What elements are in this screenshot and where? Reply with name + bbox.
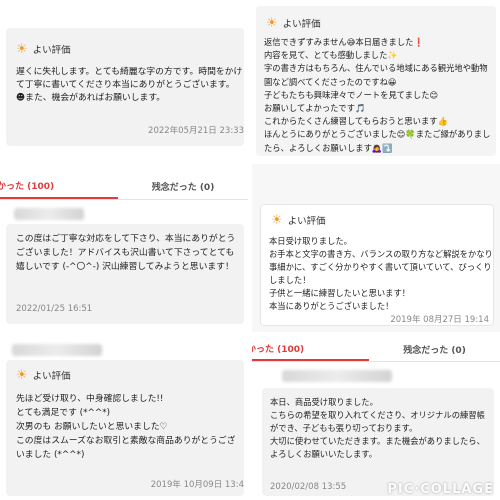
tab-bar: 良かった (100) 残念だった (0) — [252, 338, 500, 362]
review-card-6: 本日、商品受け取りました。 こちらの希望を取り入れてくださり、オリジナルの練習帳… — [262, 388, 494, 496]
review-date: 2020/02/08 13:55 — [270, 482, 347, 492]
review-card-5: ☀ よい評価 先ほど受け取り、中身確認しました!! とても満足です (*^^*)… — [6, 360, 244, 496]
review-tile-1: ☀ よい評価 遅くに失礼します。とても綺麗な字の方です。時間をかけて丁寧に書いて… — [0, 0, 248, 160]
review-card-4: ☀ よい評価 本日受け取りました。 お手本と文字の書き方、バランスの取り方など解… — [260, 204, 494, 326]
review-text: 遅くに失礼します。とても綺麗な字の方です。時間をかけて丁寧に書いてくださり本当に… — [16, 67, 243, 104]
tab-bad[interactable]: 残念だった (0) — [118, 174, 248, 199]
sun-icon: ☀ — [16, 367, 28, 383]
sun-icon: ☀ — [271, 212, 283, 228]
review-label: よい評価 — [287, 216, 326, 227]
review-date: 2022年05月21日 23:33 — [148, 126, 244, 136]
review-header: ☀ よい評価 — [16, 367, 71, 383]
review-date: 2019年 08月27日 19:14 — [390, 315, 489, 325]
sun-icon: ☀ — [266, 15, 278, 31]
tab-bar: よかった (100) 残念だった (0) — [0, 174, 248, 200]
tab-bad[interactable]: 残念だった (0) — [369, 338, 500, 361]
sun-icon: ☀ — [16, 41, 28, 57]
review-card-3: この度はご丁寧な対応をして下さり、本当にありがとうございました！アドバイスも沢山… — [6, 224, 244, 324]
blurred-username — [282, 370, 392, 382]
review-card-2: ☀ よい評価 返信できずすみません😅本日届きました❗️ 内容を見て、とても感動し… — [256, 6, 496, 156]
review-header: ☀ よい評価 — [16, 41, 71, 57]
watermark: PIC·COLLAGE — [387, 482, 494, 497]
review-text: 本日受け取りました。 お手本と文字の書き方、バランスの取り方など解説をかなり事細… — [269, 236, 493, 311]
review-date: 2019年 10月09日 13:4 — [150, 480, 244, 490]
tab-good[interactable]: 良かった (100) — [252, 338, 369, 361]
blurred-username — [14, 208, 84, 220]
review-tile-5: ☀ よい評価 先ほど受け取り、中身確認しました!! とても満足です (*^^*)… — [0, 336, 248, 500]
review-tile-2: ☀ よい評価 返信できずすみません😅本日届きました❗️ 内容を見て、とても感動し… — [252, 0, 500, 160]
review-label: よい評価 — [32, 371, 71, 382]
review-label: よい評価 — [282, 19, 321, 30]
review-text: 本日、商品受け取りました。 こちらの希望を取り入れてくださり、オリジナルの練習帳… — [270, 397, 485, 459]
review-text: 先ほど受け取り、中身確認しました!! とても満足です (*^^*) 次男のも お… — [16, 394, 236, 460]
review-header: ☀ よい評価 — [266, 15, 321, 31]
review-card-1: ☀ よい評価 遅くに失礼します。とても綺麗な字の方です。時間をかけて丁寧に書いて… — [6, 28, 244, 146]
review-text: この度はご丁寧な対応をして下さり、本当にありがとうございました！アドバイスも沢山… — [16, 234, 236, 272]
review-date: 2022/01/25 16:51 — [16, 304, 93, 314]
review-header: ☀ よい評価 — [271, 212, 326, 228]
tab-good[interactable]: よかった (100) — [0, 174, 118, 199]
review-text: 返信できずすみません😅本日届きました❗️ 内容を見て、とても感動しました✨ 字の… — [264, 37, 491, 153]
review-tile-4: ☀ よい評価 本日受け取りました。 お手本と文字の書き方、バランスの取り方など解… — [252, 164, 500, 332]
review-label: よい評価 — [32, 45, 71, 56]
blurred-username — [12, 344, 102, 356]
review-tile-6: 良かった (100) 残念だった (0) 本日、商品受け取りました。 こちらの希… — [252, 336, 500, 500]
review-tile-3: よかった (100) 残念だった (0) この度はご丁寧な対応をして下さり、本当… — [0, 164, 248, 332]
